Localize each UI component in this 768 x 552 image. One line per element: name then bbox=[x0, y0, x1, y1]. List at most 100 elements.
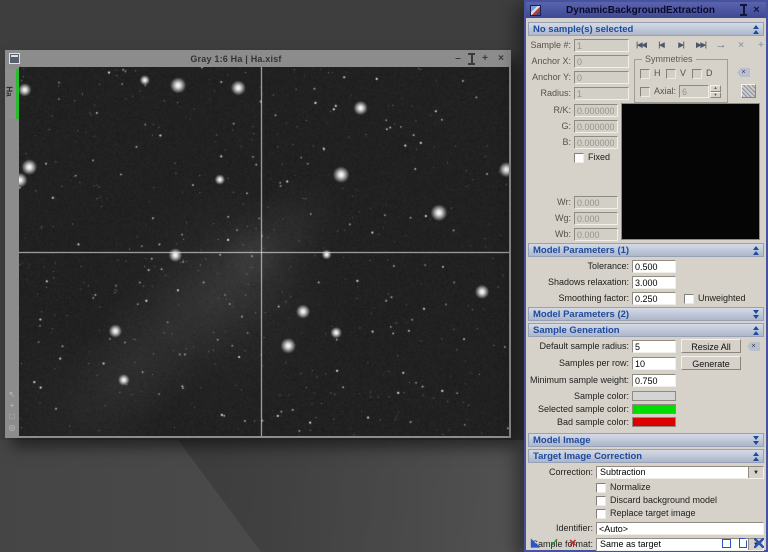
section-header-model1[interactable]: Model Parameters (1) bbox=[528, 243, 764, 257]
anchor-y-field[interactable] bbox=[574, 71, 629, 84]
clear-symmetries-icon[interactable]: × bbox=[737, 68, 750, 77]
default-sample-radius-field[interactable] bbox=[632, 340, 676, 353]
crosshair-mode-icon[interactable]: + bbox=[10, 402, 15, 410]
diagonal-arrows-icon[interactable] bbox=[754, 538, 764, 548]
new-instance-icon[interactable]: ◣ bbox=[531, 536, 539, 549]
correction-dropdown[interactable]: Subtraction ▼ bbox=[596, 466, 764, 479]
unweighted-checkbox[interactable] bbox=[684, 293, 694, 304]
section-header-sample-generation[interactable]: Sample Generation bbox=[528, 323, 764, 337]
sample-nav-toolbar: |◀◀ |◀ ▶| ▶▶| → × + bbox=[631, 39, 768, 51]
correction-label: Correction: bbox=[548, 467, 593, 477]
drag-sample-icon[interactable]: + bbox=[751, 40, 768, 51]
axial-count-field[interactable] bbox=[679, 85, 709, 98]
dialog-shade-icon[interactable] bbox=[740, 4, 747, 16]
radius-field[interactable] bbox=[574, 87, 629, 100]
rk-field[interactable] bbox=[574, 104, 618, 117]
wg-field[interactable] bbox=[574, 212, 618, 225]
tolerance-label: Tolerance: bbox=[587, 261, 629, 271]
astro-image-canvas[interactable] bbox=[19, 67, 509, 436]
sample-number-field[interactable] bbox=[574, 39, 629, 52]
wb-field[interactable] bbox=[574, 228, 618, 241]
iconize-icon[interactable]: – bbox=[452, 53, 464, 65]
document-mode-icon[interactable]: □ bbox=[10, 413, 15, 421]
normalize-row: Normalize bbox=[596, 482, 651, 493]
d-checkbox[interactable] bbox=[692, 68, 702, 79]
bad-sample-color-label: Bad sample color: bbox=[556, 417, 629, 427]
image-window-icon[interactable] bbox=[9, 53, 20, 64]
next-sample-icon[interactable]: ▶| bbox=[671, 41, 691, 49]
tolerance-field[interactable] bbox=[632, 260, 676, 273]
clear-radius-icon[interactable]: × bbox=[747, 342, 760, 351]
selected-sample-color-swatch[interactable] bbox=[632, 404, 676, 414]
minimum-sample-weight-label: Minimum sample weight: bbox=[529, 375, 629, 385]
collapse-icon[interactable] bbox=[753, 325, 759, 335]
h-checkbox[interactable] bbox=[640, 68, 650, 79]
sample-format-dropdown[interactable]: Same as target ▼ bbox=[596, 538, 764, 551]
last-sample-icon[interactable]: ▶▶| bbox=[691, 41, 711, 49]
image-window-titlebar[interactable]: Gray 1:6 Ha | Ha.xisf – + × bbox=[5, 50, 511, 67]
target-mode-icon[interactable]: ◎ bbox=[9, 424, 16, 432]
section-title: Model Parameters (1) bbox=[533, 244, 630, 256]
axial-preview-button[interactable] bbox=[741, 84, 756, 98]
bad-sample-color-swatch[interactable] bbox=[632, 417, 676, 427]
collapse-icon[interactable] bbox=[753, 245, 759, 255]
square-icon[interactable] bbox=[722, 539, 731, 548]
section-header-samples[interactable]: No sample(s) selected bbox=[528, 22, 764, 36]
axial-spinner: ▲ ▼ bbox=[710, 85, 721, 98]
shadows-relaxation-field[interactable] bbox=[632, 276, 676, 289]
collapse-icon[interactable] bbox=[753, 451, 759, 461]
dbe-titlebar[interactable]: DynamicBackgroundExtraction × bbox=[526, 2, 766, 18]
expand-icon[interactable] bbox=[753, 435, 759, 445]
normalize-label: Normalize bbox=[610, 482, 651, 492]
first-sample-icon[interactable]: |◀◀ bbox=[631, 41, 651, 49]
replace-target-image-checkbox[interactable] bbox=[596, 508, 606, 519]
normalize-checkbox[interactable] bbox=[596, 482, 606, 493]
fixed-label: Fixed bbox=[588, 152, 611, 162]
samples-per-row-field[interactable] bbox=[632, 357, 676, 370]
axial-checkbox[interactable] bbox=[640, 86, 650, 97]
spin-down-icon[interactable]: ▼ bbox=[710, 91, 721, 98]
minimum-sample-weight-field[interactable] bbox=[632, 374, 676, 387]
b-field[interactable] bbox=[574, 136, 618, 149]
resize-all-button[interactable]: Resize All bbox=[681, 339, 741, 353]
section-header-target-correction[interactable]: Target Image Correction bbox=[528, 449, 764, 463]
previous-sample-icon[interactable]: |◀ bbox=[651, 41, 671, 49]
symmetry-v: V bbox=[666, 68, 686, 79]
collapse-icon[interactable] bbox=[753, 24, 759, 34]
shade-icon[interactable] bbox=[468, 52, 475, 65]
section-header-model-image[interactable]: Model Image bbox=[528, 433, 764, 447]
g-field[interactable] bbox=[574, 120, 618, 133]
samples-per-row-label: Samples per row: bbox=[558, 358, 629, 368]
d-label: D bbox=[706, 68, 713, 78]
dialog-close-icon[interactable]: × bbox=[751, 4, 762, 16]
section-title: Model Image bbox=[533, 434, 591, 446]
delete-sample-icon[interactable]: × bbox=[731, 40, 751, 51]
maximize-icon[interactable]: + bbox=[479, 53, 491, 65]
close-icon[interactable]: × bbox=[495, 53, 507, 65]
anchor-y-label: Anchor Y: bbox=[532, 72, 571, 82]
section-header-model2[interactable]: Model Parameters (2) bbox=[528, 307, 764, 321]
execute-icon[interactable]: ✓ bbox=[550, 536, 559, 549]
move-sample-icon[interactable]: → bbox=[711, 39, 731, 51]
fixed-checkbox[interactable] bbox=[574, 152, 584, 163]
sample-number-label: Sample #: bbox=[530, 40, 571, 50]
cancel-icon[interactable]: × bbox=[569, 535, 577, 550]
smoothing-factor-field[interactable] bbox=[632, 292, 676, 305]
symmetries-label: Symmetries bbox=[642, 54, 696, 64]
discard-label: Discard background model bbox=[610, 495, 718, 505]
sample-color-swatch[interactable] bbox=[632, 391, 676, 401]
v-checkbox[interactable] bbox=[666, 68, 676, 79]
anchor-x-field[interactable] bbox=[574, 55, 629, 68]
view-tab-ha[interactable]: Ha bbox=[5, 69, 19, 119]
expand-icon[interactable] bbox=[753, 309, 759, 319]
section-title: Target Image Correction bbox=[533, 450, 643, 462]
anchor-x-label: Anchor X: bbox=[531, 56, 571, 66]
discard-background-model-checkbox[interactable] bbox=[596, 495, 606, 506]
h-label: H bbox=[654, 68, 661, 78]
new-document-icon[interactable] bbox=[739, 538, 747, 548]
generate-button[interactable]: Generate bbox=[681, 356, 741, 370]
active-view-indicator bbox=[16, 69, 19, 119]
cursor-mode-icon[interactable]: ↖ bbox=[9, 391, 16, 399]
identifier-field[interactable] bbox=[596, 522, 764, 535]
wr-field[interactable] bbox=[574, 196, 618, 209]
